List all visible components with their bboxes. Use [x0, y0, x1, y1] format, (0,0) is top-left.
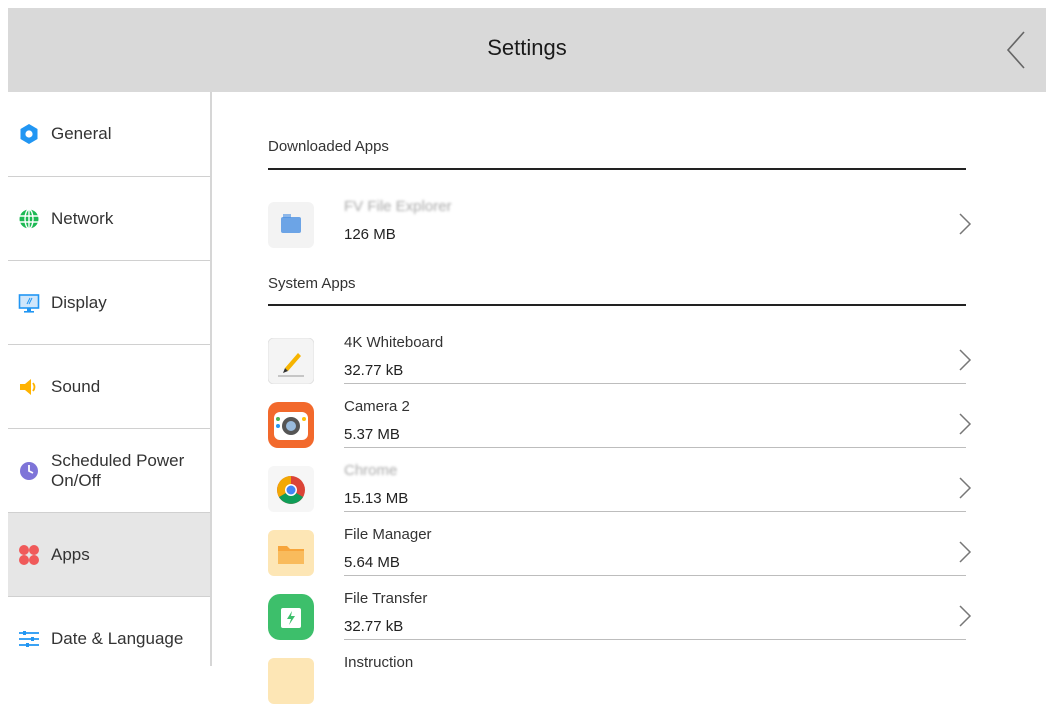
whiteboard-icon — [268, 338, 314, 384]
file-transfer-icon — [268, 594, 314, 640]
apps-icon — [18, 544, 40, 566]
clock-icon — [18, 460, 40, 482]
app-name: Chrome — [344, 462, 398, 479]
back-button[interactable] — [998, 28, 1034, 72]
chevron-left-icon — [1006, 31, 1025, 69]
sidebar-item-date-language[interactable]: Date & Language — [8, 597, 210, 681]
sidebar-item-label: Network — [51, 209, 114, 228]
chevron-right-icon — [959, 605, 972, 627]
system-apps-heading: System Apps — [268, 275, 356, 292]
camera-icon — [268, 402, 314, 448]
sidebar-item-label: Display — [51, 293, 107, 312]
apps-panel: Downloaded Apps FV File Explorer 126 MB … — [212, 92, 1054, 704]
app-size: 15.13 MB — [344, 490, 409, 507]
chevron-right-icon — [959, 349, 972, 371]
sidebar-item-display[interactable]: Display — [8, 261, 210, 345]
divider — [344, 447, 966, 448]
sidebar-item-label: Date & Language — [51, 629, 184, 648]
sidebar-item-label: Sound — [51, 377, 101, 396]
sidebar: General Network Display Sound Scheduled … — [8, 92, 212, 666]
sidebar-item-apps[interactable]: Apps — [8, 513, 210, 597]
app-size: 5.64 MB — [344, 554, 400, 571]
globe-icon — [18, 208, 40, 230]
chevron-right-icon — [959, 541, 972, 563]
app-row-instruction[interactable]: Instruction — [268, 648, 978, 712]
sidebar-item-label: General — [51, 124, 112, 143]
page-title: Settings — [487, 35, 567, 60]
divider — [268, 168, 966, 170]
sliders-icon — [18, 628, 40, 650]
sidebar-item-label: Apps — [51, 545, 90, 564]
app-name: 4K Whiteboard — [344, 334, 444, 351]
divider — [344, 511, 966, 512]
sidebar-item-label: Scheduled Power On/Off — [51, 451, 185, 490]
divider — [344, 575, 966, 576]
app-name: File Manager — [344, 526, 432, 543]
speaker-icon — [18, 376, 40, 398]
app-size: 32.77 kB — [344, 362, 404, 379]
sidebar-item-scheduled-power[interactable]: Scheduled Power On/Off — [8, 429, 210, 513]
divider — [268, 304, 966, 306]
app-size: 126 MB — [344, 226, 396, 243]
divider — [344, 639, 966, 640]
app-size: 5.37 MB — [344, 426, 400, 443]
app-name: FV File Explorer — [344, 198, 452, 215]
gear-icon — [18, 123, 40, 145]
chevron-right-icon — [959, 413, 972, 435]
sidebar-item-general[interactable]: General — [8, 92, 210, 176]
sidebar-item-network[interactable]: Network — [8, 177, 210, 261]
divider — [344, 383, 966, 384]
downloaded-apps-heading: Downloaded Apps — [268, 138, 389, 155]
top-bar: Settings — [8, 8, 1046, 92]
chevron-right-icon — [959, 477, 972, 499]
app-name: File Transfer — [344, 590, 428, 607]
instruction-icon — [268, 658, 314, 704]
folder-icon — [268, 530, 314, 576]
app-size: 32.77 kB — [344, 618, 404, 635]
app-row-fv-file-explorer[interactable]: FV File Explorer 126 MB — [268, 192, 978, 256]
chevron-right-icon — [959, 213, 972, 235]
file-explorer-icon — [268, 202, 314, 248]
app-name: Instruction — [344, 654, 414, 671]
monitor-icon — [18, 292, 40, 314]
chrome-icon — [268, 466, 314, 512]
sidebar-item-sound[interactable]: Sound — [8, 345, 210, 429]
app-name: Camera 2 — [344, 398, 410, 415]
